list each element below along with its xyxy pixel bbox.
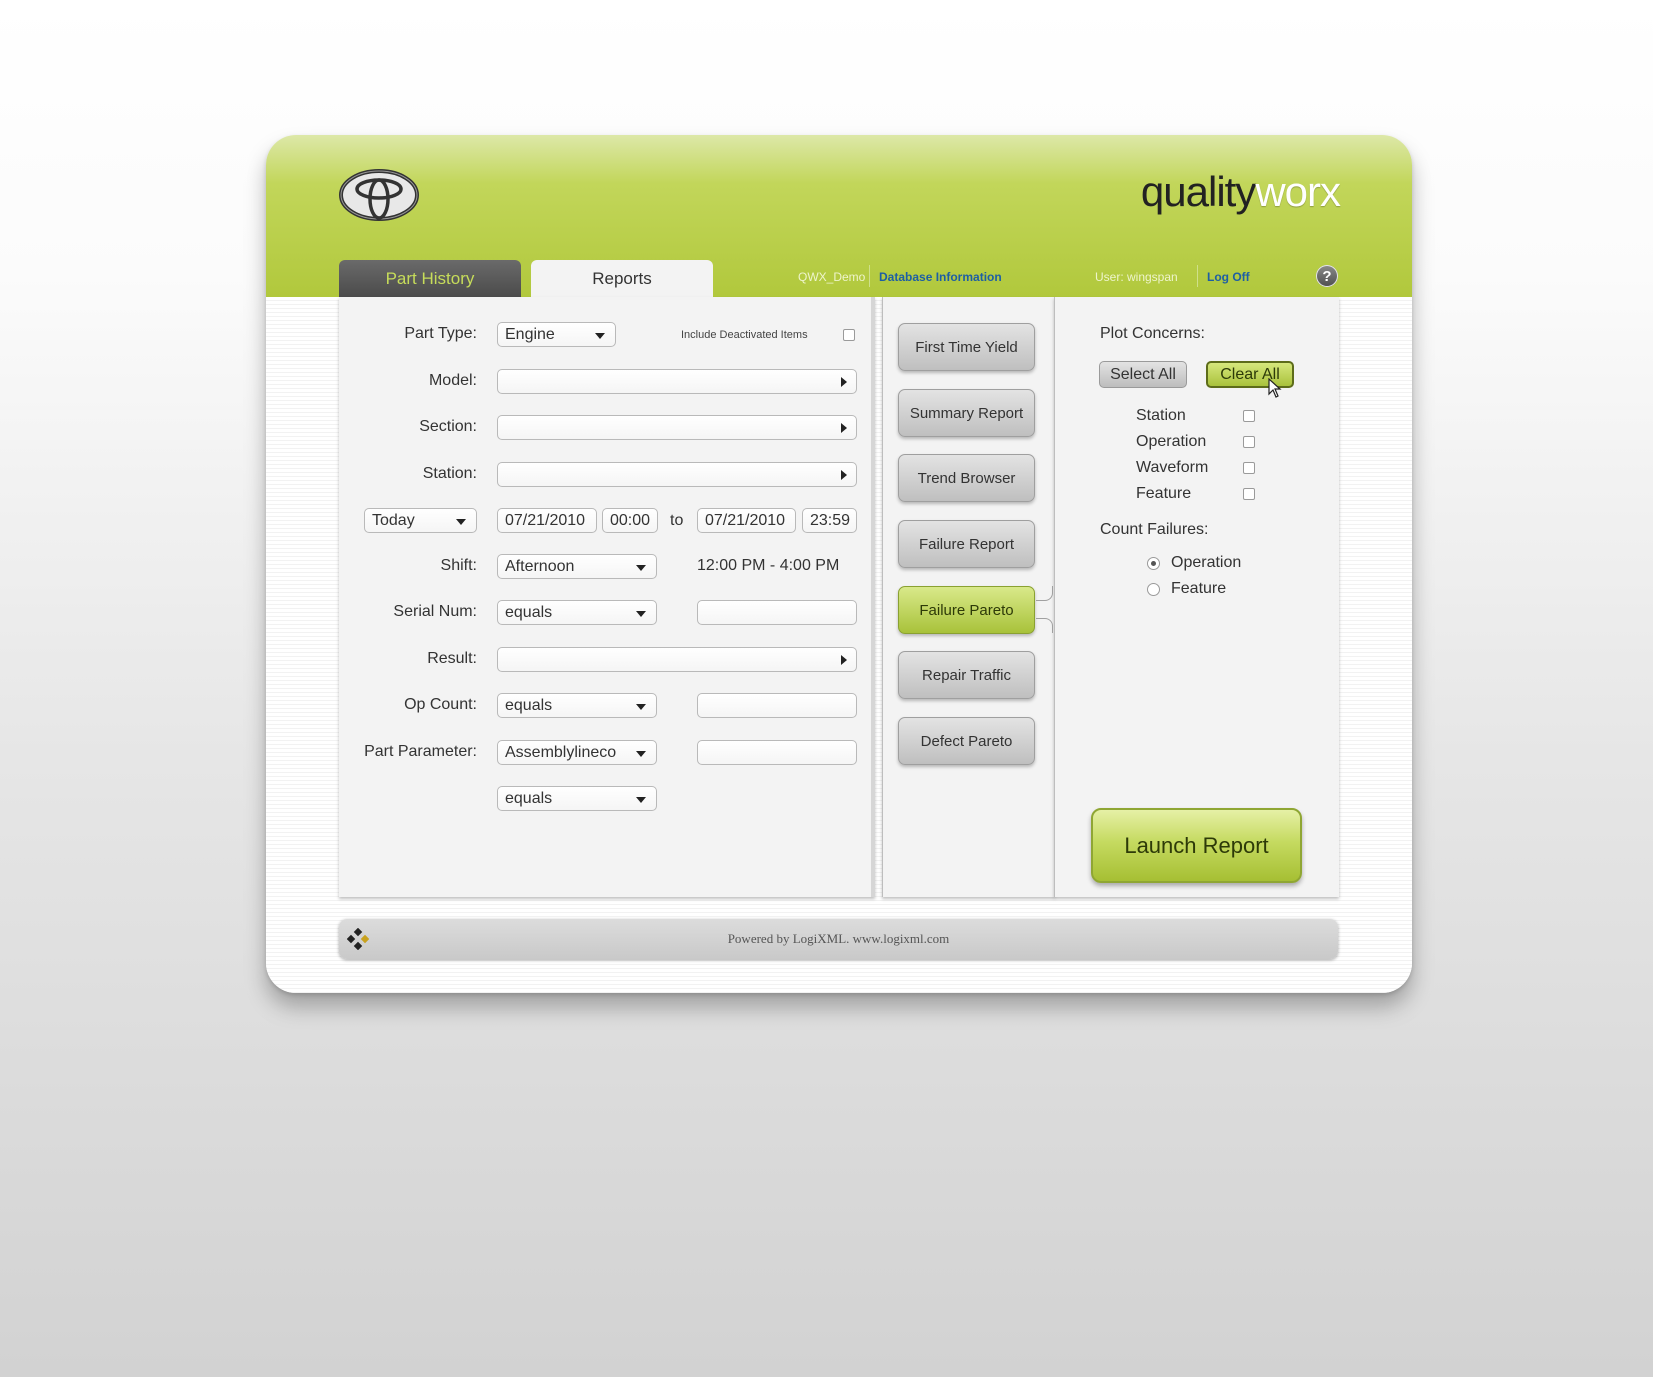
station-selector[interactable]: [497, 462, 857, 487]
brand-wordmark: qualityworx: [1140, 168, 1341, 215]
database-information-link[interactable]: Database Information: [879, 270, 1002, 284]
concern-operation-label: Operation: [1136, 433, 1207, 450]
count-failures-feature-label: Feature: [1171, 580, 1227, 597]
op-count-input[interactable]: [697, 693, 857, 718]
result-selector[interactable]: [497, 647, 857, 672]
report-failure-pareto-button[interactable]: Failure Pareto: [898, 586, 1035, 634]
report-defect-pareto-button[interactable]: Defect Pareto: [898, 717, 1035, 765]
model-label: Model:: [428, 372, 477, 389]
launch-report-button[interactable]: Launch Report: [1091, 808, 1302, 883]
serial-num-operator-select[interactable]: equals: [497, 600, 657, 625]
header-separator: [869, 265, 870, 287]
toyota-logo-icon: [339, 169, 419, 221]
header-separator: [1197, 265, 1198, 287]
tab-reports[interactable]: Reports: [531, 260, 713, 297]
model-selector[interactable]: [497, 369, 857, 394]
date-range-to-label: to: [670, 512, 684, 529]
section-selector[interactable]: [497, 415, 857, 440]
serial-num-label: Serial Num:: [393, 603, 477, 620]
active-report-connector: [1036, 586, 1053, 601]
section-label: Section:: [419, 418, 477, 435]
select-all-button[interactable]: Select All: [1099, 361, 1187, 388]
concern-feature-label: Feature: [1136, 485, 1192, 502]
part-parameter-select[interactable]: Assemblylineco: [497, 740, 657, 765]
op-count-operator-select[interactable]: equals: [497, 693, 657, 718]
to-date-input[interactable]: 07/21/2010: [697, 508, 796, 533]
part-parameter-operator-select[interactable]: equals: [497, 786, 657, 811]
count-failures-label: Count Failures:: [1100, 521, 1209, 538]
count-failures-operation-radio[interactable]: [1147, 557, 1160, 570]
concern-feature-checkbox[interactable]: [1243, 488, 1255, 500]
footer-bar: Powered by LogiXML. www.logixml.com: [339, 919, 1338, 959]
serial-num-input[interactable]: [697, 600, 857, 625]
include-deactivated-checkbox[interactable]: [843, 329, 855, 341]
help-icon[interactable]: ?: [1316, 265, 1338, 287]
to-time-input[interactable]: 23:59: [802, 508, 857, 533]
count-failures-operation-label: Operation: [1171, 554, 1242, 571]
op-count-label: Op Count:: [404, 696, 477, 713]
result-label: Result:: [427, 650, 477, 667]
concern-waveform-label: Waveform: [1136, 459, 1209, 476]
active-report-connector: [1036, 618, 1053, 633]
report-failure-report-button[interactable]: Failure Report: [898, 520, 1035, 568]
brand-part-2: worx: [1255, 168, 1341, 215]
part-parameter-label: Part Parameter:: [364, 743, 477, 760]
shift-time-range: 12:00 PM - 4:00 PM: [697, 557, 840, 574]
log-off-link[interactable]: Log Off: [1207, 270, 1250, 284]
part-parameter-input[interactable]: [697, 740, 857, 765]
include-deactivated-label: Include Deactivated Items: [681, 329, 808, 341]
plot-concerns-label: Plot Concerns:: [1100, 325, 1205, 342]
concern-station-label: Station: [1136, 407, 1186, 424]
part-type-select[interactable]: Engine: [497, 322, 616, 347]
report-trend-browser-button[interactable]: Trend Browser: [898, 454, 1035, 502]
footer-powered-by: Powered by LogiXML. www.logixml.com: [727, 931, 950, 946]
brand-part-1: quality: [1140, 168, 1256, 215]
shift-label: Shift:: [440, 557, 477, 574]
report-repair-traffic-button[interactable]: Repair Traffic: [898, 651, 1035, 699]
part-type-label: Part Type:: [404, 325, 477, 342]
count-failures-feature-radio[interactable]: [1147, 583, 1160, 596]
header-bar: qualityworx Part History Reports QWX_Dem…: [266, 135, 1412, 297]
tab-part-history[interactable]: Part History: [339, 260, 521, 297]
from-time-input[interactable]: 00:00: [602, 508, 658, 533]
from-date-input[interactable]: 07/21/2010: [497, 508, 597, 533]
date-preset-select[interactable]: Today: [364, 508, 477, 533]
concern-waveform-checkbox[interactable]: [1243, 462, 1255, 474]
report-summary-report-button[interactable]: Summary Report: [898, 389, 1035, 437]
concern-station-checkbox[interactable]: [1243, 410, 1255, 422]
user-label: User: wingspan: [1095, 270, 1178, 284]
shift-select[interactable]: Afternoon: [497, 554, 657, 579]
concern-operation-checkbox[interactable]: [1243, 436, 1255, 448]
database-name: QWX_Demo: [798, 270, 866, 284]
mouse-cursor-icon: [1268, 378, 1282, 398]
station-label: Station:: [422, 465, 477, 482]
report-first-time-yield-button[interactable]: First Time Yield: [898, 323, 1035, 371]
